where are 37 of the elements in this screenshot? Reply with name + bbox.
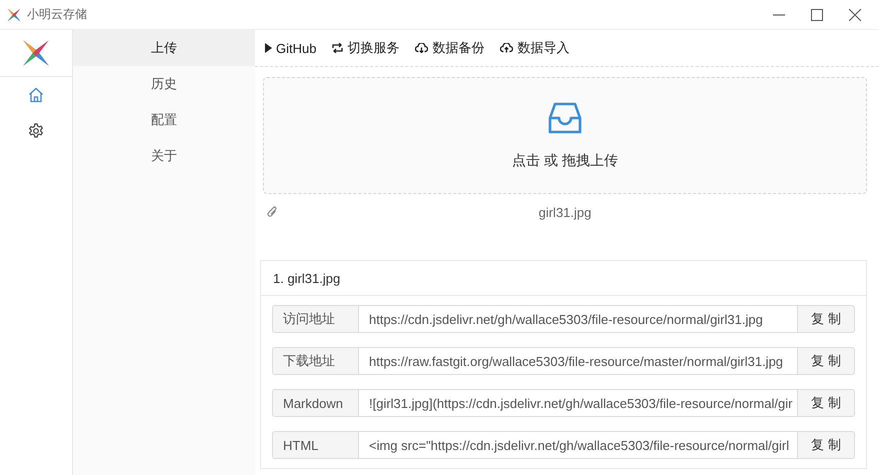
app-logo-icon xyxy=(6,6,22,22)
link-field[interactable]: <img src="https://cdn.jsdelivr.net/gh/wallace5303/file-resource/normal/girl xyxy=(359,431,797,459)
link-field[interactable]: ![girl31.jpg](https://cdn.jsdelivr.net/gh/wallace5303/file-resource/normal/gir xyxy=(359,389,797,417)
copy-button[interactable]: 复 制 xyxy=(797,347,855,375)
link-label: 下载地址 xyxy=(272,347,359,375)
upload-dropzone[interactable]: 点击 或 拖拽上传 xyxy=(263,77,867,194)
cloud-icon xyxy=(415,43,428,53)
paperclip-icon xyxy=(267,206,278,218)
card-title: 1. girl31.jpg xyxy=(261,261,866,296)
menu-item[interactable]: 配置 xyxy=(73,102,255,138)
inbox-icon xyxy=(548,102,582,134)
link-label: HTML xyxy=(272,431,359,459)
menu-item[interactable]: 关于 xyxy=(73,138,255,174)
menu-item[interactable]: 历史 xyxy=(73,66,255,102)
toolbar-button[interactable]: 切换服务 xyxy=(332,39,400,57)
app-logo-icon xyxy=(20,37,52,69)
play-icon xyxy=(265,43,272,53)
cloud-upload-icon xyxy=(500,43,514,53)
toolbar-button[interactable]: 数据导入 xyxy=(500,39,570,57)
copy-button[interactable]: 复 制 xyxy=(797,305,855,333)
link-label: 访问地址 xyxy=(272,305,359,333)
copy-button[interactable]: 复 制 xyxy=(797,431,855,459)
upload-hint: 点击 或 拖拽上传 xyxy=(512,152,618,170)
window-title: 小明云存储 xyxy=(27,6,87,23)
toolbar-button[interactable]: 数据备份 xyxy=(415,39,484,57)
close-icon[interactable] xyxy=(849,8,861,20)
toolbar-button[interactable]: GitHub xyxy=(265,40,316,56)
link-field[interactable]: https://raw.fastgit.org/wallace5303/file-resource/master/normal/girl31.jpg xyxy=(359,347,797,375)
settings-icon[interactable] xyxy=(28,123,44,139)
copy-button[interactable]: 复 制 xyxy=(797,389,855,417)
link-label: Markdown xyxy=(272,389,359,417)
menu-item[interactable]: 上传 xyxy=(73,30,255,66)
home-icon[interactable] xyxy=(28,87,44,103)
link-field[interactable]: https://cdn.jsdelivr.net/gh/wallace5303/file-resource/normal/girl31.jpg xyxy=(359,305,797,333)
file-name: girl31.jpg xyxy=(538,204,592,220)
swap-icon xyxy=(332,43,344,53)
maximize-icon[interactable] xyxy=(811,8,823,20)
